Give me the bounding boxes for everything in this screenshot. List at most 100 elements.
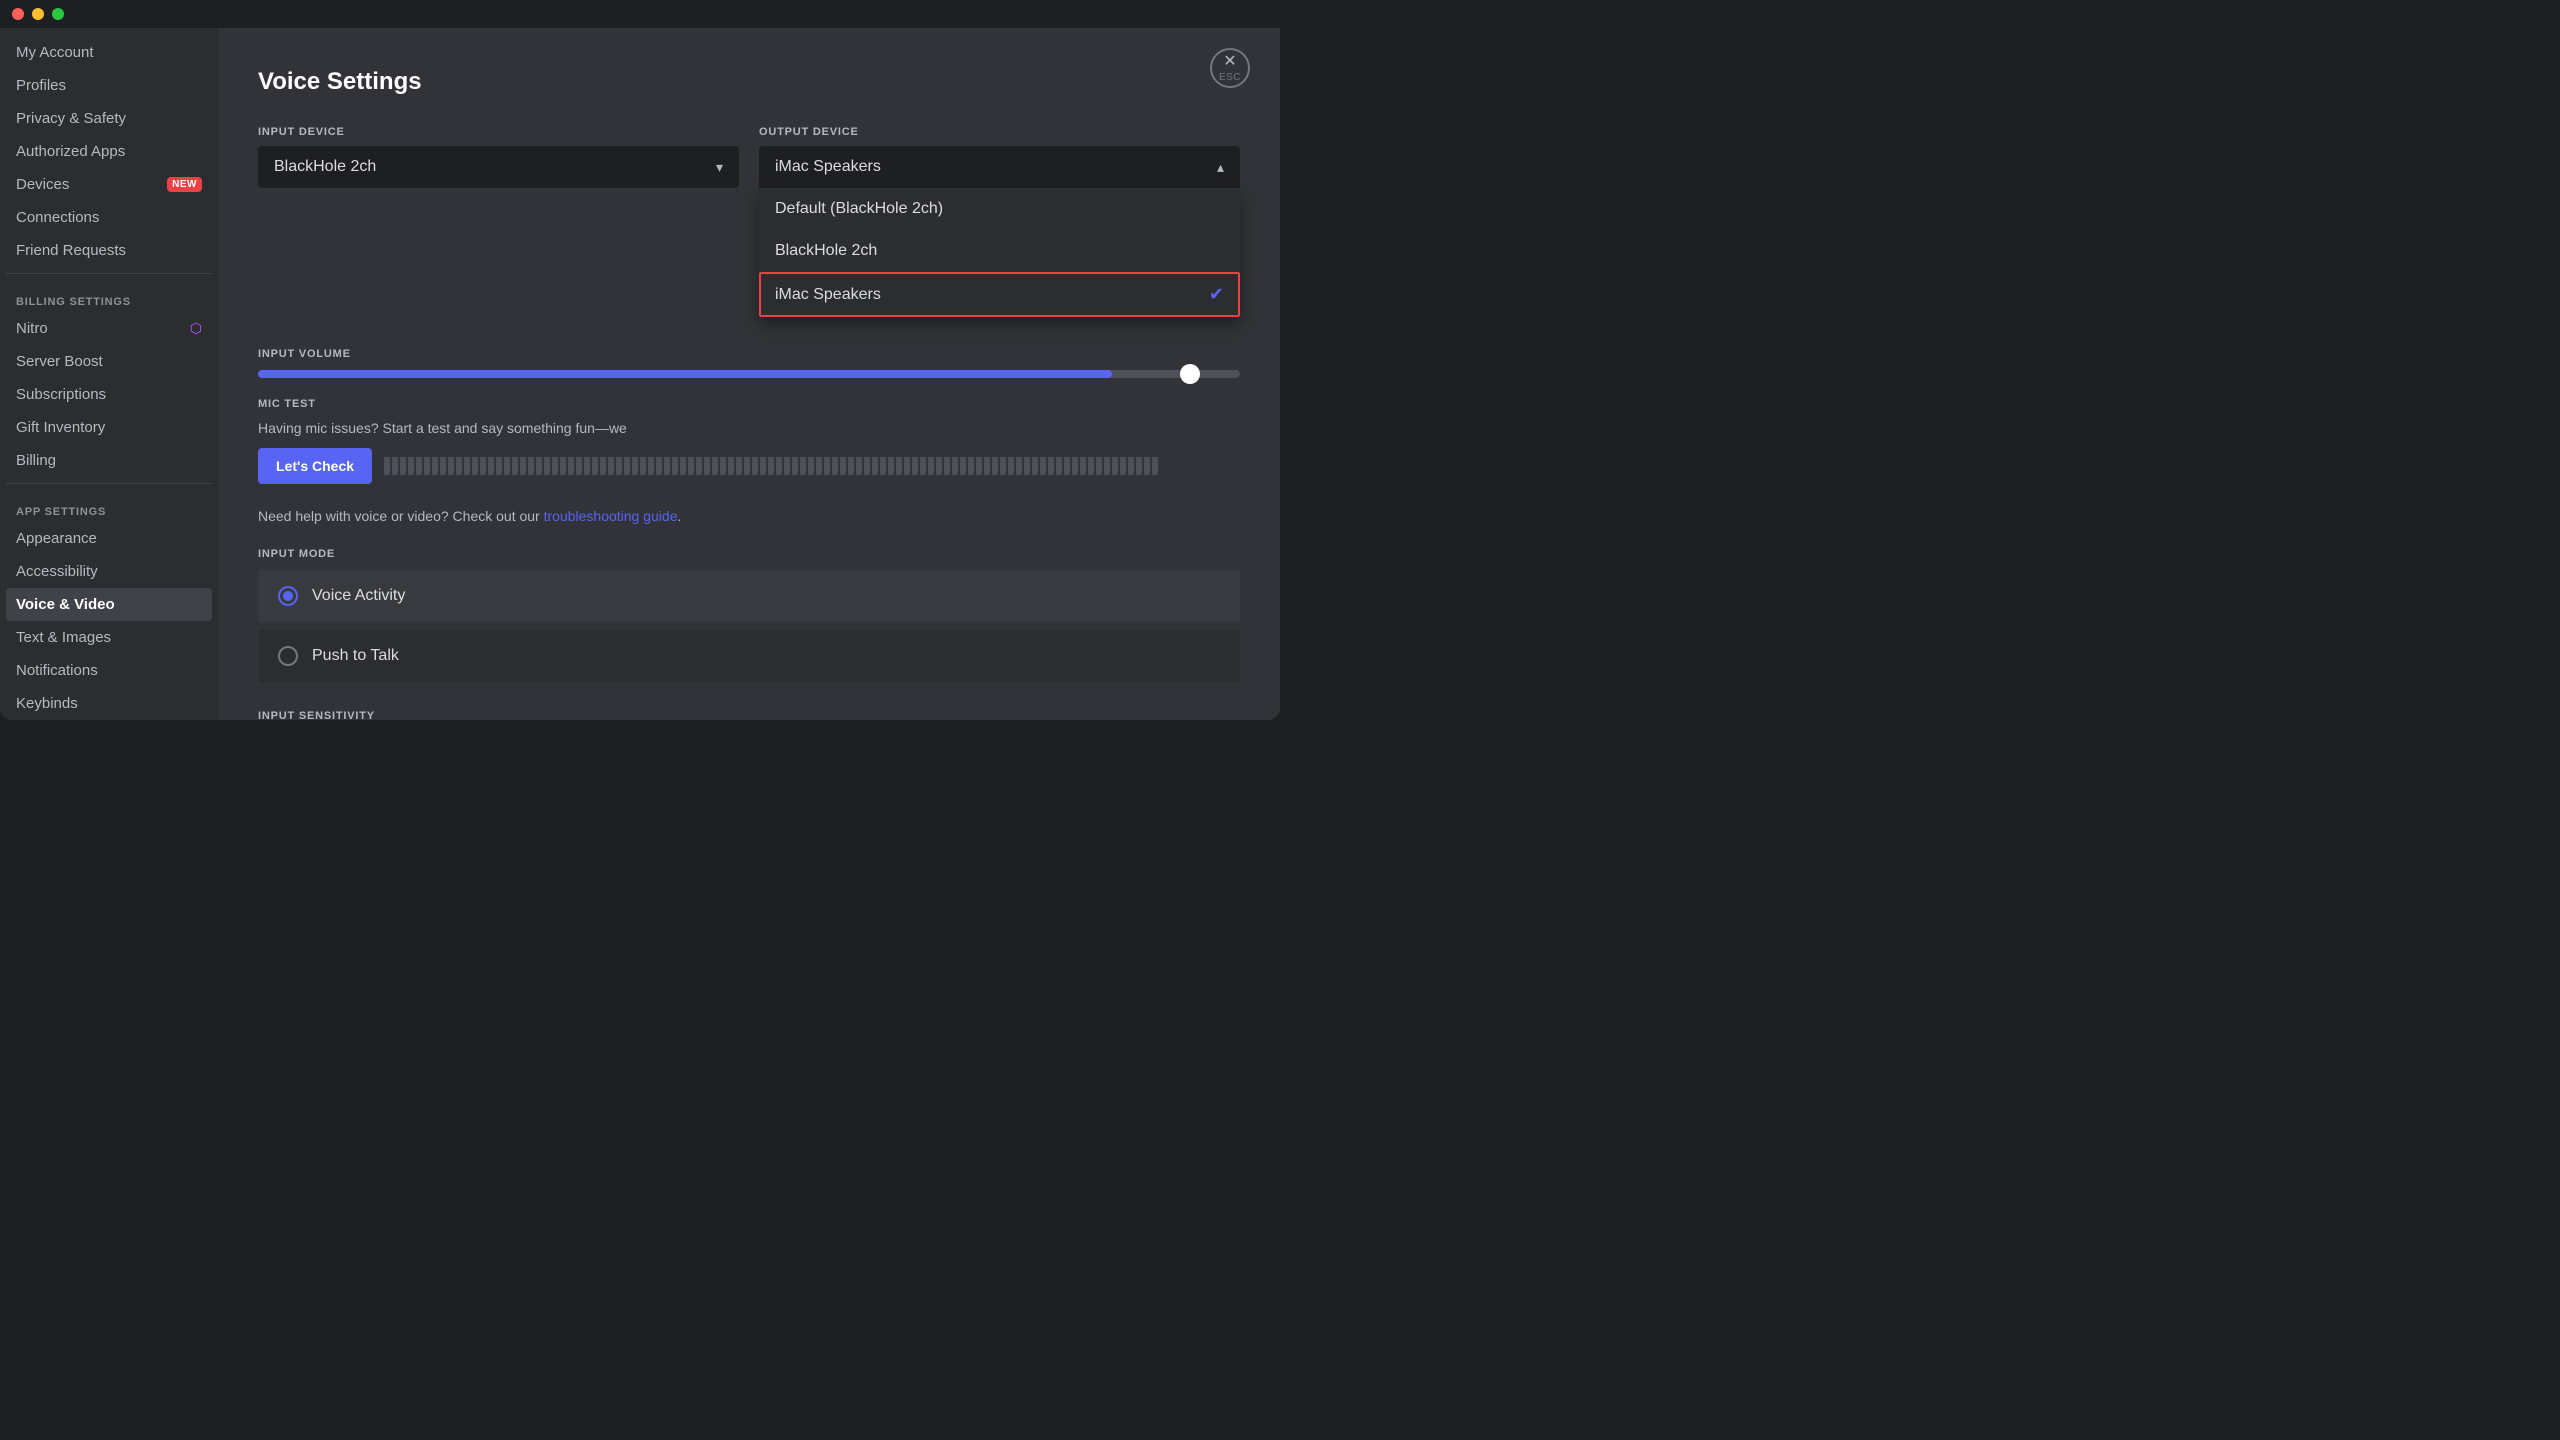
mic-bar [440, 457, 446, 475]
sidebar: My Account Profiles Privacy & Safety Aut… [0, 28, 218, 720]
app-window: My Account Profiles Privacy & Safety Aut… [0, 0, 1280, 720]
voice-activity-option[interactable]: Voice Activity [258, 570, 1240, 622]
app-section-label: APP SETTINGS [6, 490, 212, 522]
sidebar-item-privacy-safety[interactable]: Privacy & Safety [6, 102, 212, 135]
dropdown-option-blackhole-2ch[interactable]: BlackHole 2ch [759, 230, 1240, 272]
mic-bar [920, 457, 926, 475]
mic-bar [824, 457, 830, 475]
mic-bar [744, 457, 750, 475]
mic-bar [976, 457, 982, 475]
output-device-dropdown[interactable]: iMac Speakers ▴ Default (BlackHole 2ch) … [759, 146, 1240, 188]
sidebar-item-text-images[interactable]: Text & Images [6, 621, 212, 654]
input-device-select[interactable]: BlackHole 2ch ▾ [258, 146, 739, 188]
mic-bar [960, 457, 966, 475]
mic-bar [928, 457, 934, 475]
mic-bar [680, 457, 686, 475]
mic-bar [856, 457, 862, 475]
output-device-label: OUTPUT DEVICE [759, 126, 1240, 138]
voice-activity-radio[interactable] [278, 586, 298, 606]
sidebar-item-appearance[interactable]: Appearance [6, 522, 212, 555]
mic-bar [872, 457, 878, 475]
mic-bar [768, 457, 774, 475]
sidebar-item-authorized-apps[interactable]: Authorized Apps [6, 135, 212, 168]
sidebar-item-billing[interactable]: Billing [6, 444, 212, 477]
sidebar-item-friend-requests[interactable]: Friend Requests [6, 234, 212, 267]
close-x-icon: ✕ [1223, 54, 1236, 70]
mic-bar [424, 457, 430, 475]
push-to-talk-label: Push to Talk [312, 647, 399, 665]
mic-bar [464, 457, 470, 475]
sidebar-item-connections[interactable]: Connections [6, 201, 212, 234]
minimize-button[interactable] [32, 8, 44, 20]
sidebar-item-keybinds[interactable]: Keybinds [6, 687, 212, 720]
sidebar-item-nitro[interactable]: Nitro ⬡ [6, 312, 212, 345]
voice-activity-label: Voice Activity [312, 587, 405, 605]
input-sensitivity-label: INPUT SENSITIVITY [258, 710, 1240, 720]
mic-bar [384, 457, 390, 475]
input-device-value: BlackHole 2ch [274, 158, 376, 176]
app-body: My Account Profiles Privacy & Safety Aut… [0, 28, 1280, 720]
mic-bar [392, 457, 398, 475]
mic-bar [880, 457, 886, 475]
sidebar-divider-1 [6, 273, 212, 274]
push-to-talk-radio[interactable] [278, 646, 298, 666]
mic-bar [520, 457, 526, 475]
mic-bar [888, 457, 894, 475]
mic-bar [816, 457, 822, 475]
titlebar [0, 0, 1280, 28]
help-text: Need help with voice or video? Check out… [258, 508, 1240, 524]
sidebar-item-profiles[interactable]: Profiles [6, 69, 212, 102]
push-to-talk-option[interactable]: Push to Talk [258, 630, 1240, 682]
troubleshooting-guide-link[interactable]: troubleshooting guide [544, 508, 678, 524]
mic-bar [1112, 457, 1118, 475]
sidebar-item-my-account[interactable]: My Account [6, 36, 212, 69]
mic-test-section: MIC TEST Having mic issues? Start a test… [258, 398, 1240, 484]
volume-slider-thumb[interactable] [1180, 364, 1200, 384]
mic-test-row: Let's Check [258, 448, 1240, 484]
dropdown-option-default-blackhole[interactable]: Default (BlackHole 2ch) [759, 188, 1240, 230]
close-button[interactable] [12, 8, 24, 20]
maximize-button[interactable] [52, 8, 64, 20]
input-mode-label: INPUT MODE [258, 548, 1240, 560]
mic-bar [952, 457, 958, 475]
dropdown-option-imac-speakers[interactable]: iMac Speakers ✔ [759, 272, 1240, 317]
chevron-down-icon: ▾ [716, 159, 723, 176]
mic-bar [584, 457, 590, 475]
mic-bar [416, 457, 422, 475]
output-device-header[interactable]: iMac Speakers ▴ [759, 146, 1240, 188]
mic-bar [720, 457, 726, 475]
sidebar-item-subscriptions[interactable]: Subscriptions [6, 378, 212, 411]
sidebar-item-voice-video[interactable]: Voice & Video [6, 588, 212, 621]
mic-bar [560, 457, 566, 475]
mic-bar [832, 457, 838, 475]
radio-dot [283, 591, 293, 601]
mic-bar [632, 457, 638, 475]
sidebar-item-accessibility[interactable]: Accessibility [6, 555, 212, 588]
mic-bar [1064, 457, 1070, 475]
mic-bar [784, 457, 790, 475]
check-icon: ✔ [1209, 284, 1224, 305]
mic-bar [616, 457, 622, 475]
mic-bar [912, 457, 918, 475]
lets-check-button[interactable]: Let's Check [258, 448, 372, 484]
close-settings-button[interactable]: ✕ ESC [1210, 48, 1250, 88]
mic-bar [1080, 457, 1086, 475]
mic-bar [944, 457, 950, 475]
sidebar-item-devices[interactable]: Devices NEW [6, 168, 212, 201]
input-volume-label: INPUT VOLUME [258, 348, 1240, 360]
mic-bar [1048, 457, 1054, 475]
mic-bar [544, 457, 550, 475]
mic-bar [968, 457, 974, 475]
volume-slider[interactable] [258, 370, 1240, 378]
mic-bar [432, 457, 438, 475]
mic-bar [760, 457, 766, 475]
sidebar-item-server-boost[interactable]: Server Boost [6, 345, 212, 378]
sidebar-item-gift-inventory[interactable]: Gift Inventory [6, 411, 212, 444]
mic-bar [1032, 457, 1038, 475]
mic-bar [904, 457, 910, 475]
sidebar-item-notifications[interactable]: Notifications [6, 654, 212, 687]
mic-bar [1024, 457, 1030, 475]
mic-bar [400, 457, 406, 475]
mic-bar [792, 457, 798, 475]
mic-bar [776, 457, 782, 475]
